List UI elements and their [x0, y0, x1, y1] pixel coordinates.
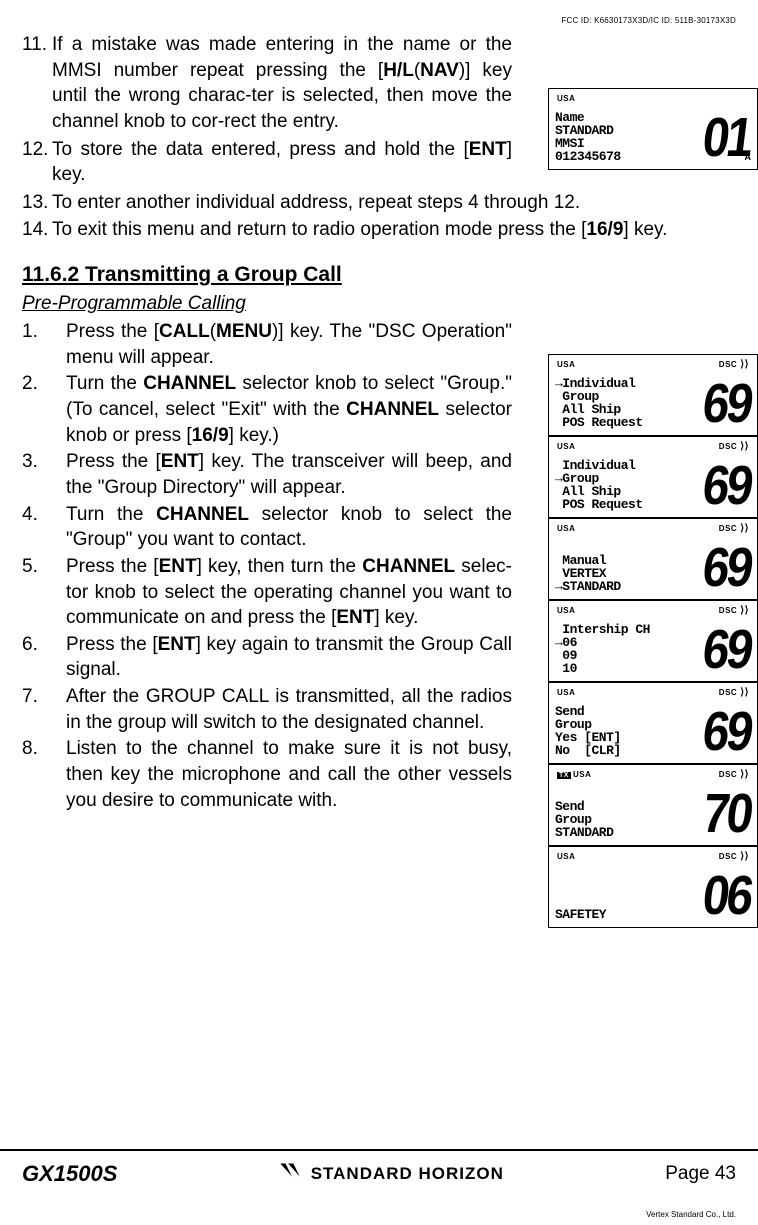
antenna-icon: ⟩⟩ — [740, 358, 749, 372]
lcd-dsc-indicator: DSC — [719, 606, 737, 617]
tx-indicator: TX — [557, 772, 571, 779]
page-footer: GX1500S STANDARD HORIZON Page 43 — [0, 1149, 758, 1189]
antenna-icon: ⟩⟩ — [740, 768, 749, 782]
antenna-icon: ⟩⟩ — [740, 522, 749, 536]
lcd-dsc-indicator: DSC — [719, 442, 737, 453]
lcd-big-number: 69 — [700, 710, 757, 757]
model-number: GX1500S — [22, 1159, 117, 1189]
lcd-screen-5: TXUSA DSC⟩⟩ Send Group STANDARD 70 — [548, 764, 758, 846]
step-text: Turn the CHANNEL selector knob to select… — [66, 371, 512, 448]
lcd-screen-name-mmsi: USA Name STANDARD MMSI 012345678 01 A — [548, 88, 758, 170]
lcd-screen-4: USA DSC⟩⟩ Send Group Yes [ENT] No [CLR]69 — [548, 682, 758, 764]
lcd-usa-indicator: USA — [557, 524, 575, 533]
list-text: To enter another individual address, rep… — [52, 190, 736, 216]
antenna-icon: ⟩⟩ — [740, 604, 749, 618]
lcd-text: →Individual Group All Ship POS Request — [555, 377, 700, 429]
section-heading: 11.6.2 Transmitting a Group Call — [22, 261, 736, 289]
lcd-text: SAFETEY — [555, 869, 700, 921]
lcd-usa-indicator: USA — [557, 442, 575, 451]
lcd-big-number: 69 — [700, 628, 757, 675]
step-text: After the GROUP CALL is transmitted, all… — [66, 684, 512, 735]
list-number: 11. — [22, 32, 52, 135]
lcd-text: Individual →Group All Ship POS Request — [555, 459, 700, 511]
lcd-screen-0: USA DSC⟩⟩ →Individual Group All Ship POS R… — [548, 354, 758, 436]
lcd-text: Intership CH →06 09 10 — [555, 623, 700, 675]
antenna-icon: ⟩⟩ — [740, 686, 749, 700]
lcd-dsc-indicator: DSC — [719, 852, 737, 863]
antenna-icon: ⟩⟩ — [740, 440, 749, 454]
step-text: Press the [CALL(MENU)] key. The "DSC Ope… — [66, 319, 512, 370]
list-number: 12. — [22, 137, 52, 188]
lcd-channel-suffix: A — [745, 151, 752, 163]
sub-heading: Pre-Programmable Calling — [22, 291, 736, 317]
page-number: Page 43 — [665, 1161, 736, 1187]
lcd-usa-indicator: USA — [573, 770, 591, 779]
lcd-dsc-indicator: DSC — [719, 524, 737, 535]
lcd-usa-indicator: USA — [557, 688, 575, 697]
step-number: 5. — [22, 554, 66, 631]
step-number: 2. — [22, 371, 66, 448]
step-number: 6. — [22, 632, 66, 683]
step-text: Press the [ENT] key again to transmit th… — [66, 632, 512, 683]
lcd-dsc-indicator: DSC — [719, 360, 737, 371]
list-number: 14. — [22, 217, 52, 243]
lcd-big-number: 70 — [700, 792, 757, 839]
step-number: 4. — [22, 502, 66, 553]
step-text: Turn the CHANNEL selector knob to select… — [66, 502, 512, 553]
list-text: To exit this menu and return to radio op… — [52, 217, 736, 243]
step-text: Press the [ENT] key, then turn the CHANN… — [66, 554, 512, 631]
step-text: Press the [ENT] key. The transceiver wil… — [66, 449, 512, 500]
lcd-dsc-indicator: DSC — [719, 688, 737, 699]
step-number: 8. — [22, 736, 66, 813]
step-number: 7. — [22, 684, 66, 735]
fcc-id: FCC ID: K6630173X3D/IC ID: 511B-30173X3D — [561, 16, 736, 27]
lcd-text: Name STANDARD MMSI 012345678 — [555, 111, 700, 163]
lcd-big-number: 69 — [700, 464, 757, 511]
lcd-dsc-indicator: DSC — [719, 770, 737, 781]
list-number: 13. — [22, 190, 52, 216]
brand-logo-icon — [279, 1161, 305, 1187]
antenna-icon: ⟩⟩ — [740, 850, 749, 864]
step-number: 1. — [22, 319, 66, 370]
lcd-screen-2: USA DSC⟩⟩ Manual VERTEX →STANDARD69 — [548, 518, 758, 600]
lcd-screen-3: USA DSC⟩⟩ Intership CH →06 09 1069 — [548, 600, 758, 682]
step-number: 3. — [22, 449, 66, 500]
lcd-screen-1: USA DSC⟩⟩ Individual →Group All Ship POS … — [548, 436, 758, 518]
lcd-usa-indicator: USA — [557, 360, 575, 369]
vendor-line: Vertex Standard Co., Ltd. — [646, 1210, 736, 1221]
step-text: Listen to the channel to make sure it is… — [66, 736, 512, 813]
lcd-big-number: 69 — [700, 546, 757, 593]
brand-text: STANDARD HORIZON — [311, 1163, 504, 1186]
lcd-usa-indicator: USA — [557, 94, 575, 105]
lcd-text: Manual VERTEX →STANDARD — [555, 541, 700, 593]
lcd-text: Send Group STANDARD — [555, 800, 700, 839]
lcd-usa-indicator: USA — [557, 852, 575, 861]
lcd-text: Send Group Yes [ENT] No [CLR] — [555, 705, 700, 757]
lcd-usa-indicator: USA — [557, 606, 575, 615]
lcd-big-number: 69 — [700, 382, 757, 429]
lcd-big-number: 06 — [700, 874, 757, 921]
lcd-screen-6: USA DSC⟩⟩ SAFETEY06 — [548, 846, 758, 928]
